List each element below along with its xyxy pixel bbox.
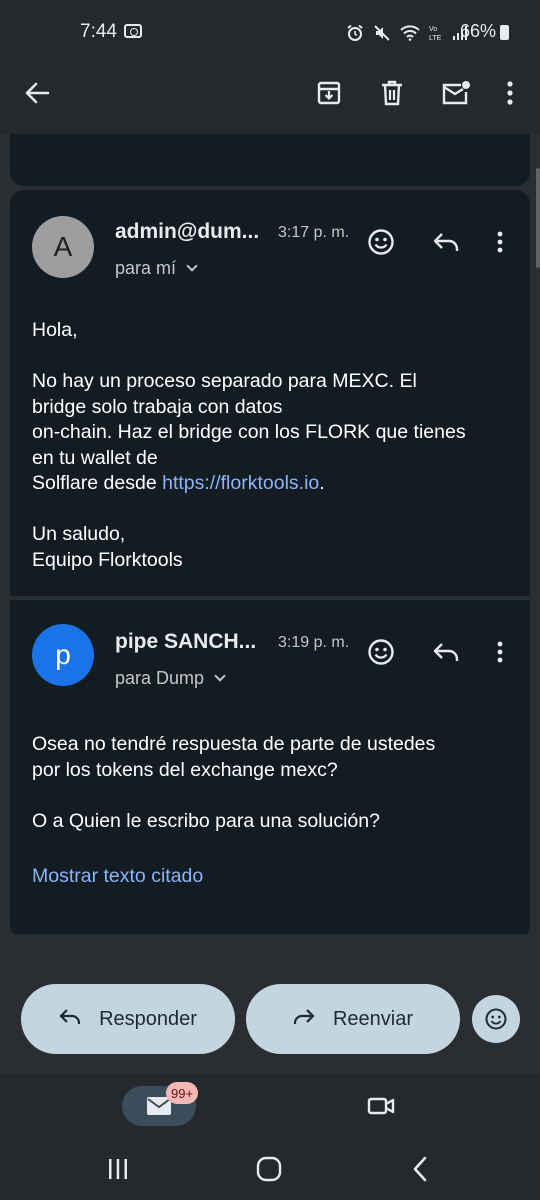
add-reaction-icon[interactable] (365, 226, 397, 258)
reply-icon (59, 1006, 81, 1032)
message-time: 3:19 p. m. (278, 634, 350, 651)
body-line: on-chain. Haz el bridge con los FLORK qu… (32, 421, 466, 443)
wifi-icon (400, 25, 420, 46)
video-icon (367, 1097, 395, 1115)
message-card: p pipe SANCH... 3:19 p. m. para Dump Ose… (10, 600, 530, 940)
forward-label: Reenviar (332, 1007, 414, 1030)
alarm-icon (346, 24, 364, 47)
recent-apps-icon[interactable] (104, 1156, 132, 1182)
reply-actions: Responder Reenviar (0, 934, 540, 1068)
body-text: Solflare desde (32, 472, 163, 494)
battery-icon (500, 25, 509, 40)
status-time: 7:44 (80, 21, 117, 42)
home-icon[interactable] (254, 1154, 284, 1184)
body-line: por los tokens del exchange mexc? (32, 758, 338, 781)
status-icons: Vo LTE (346, 24, 468, 47)
recipient-details[interactable]: para Dump (115, 668, 226, 689)
svg-text:Vo: Vo (429, 26, 437, 33)
body-line: Osea no tendré respuesta de parte de ust… (32, 733, 436, 755)
collapsed-message-card[interactable] (10, 134, 530, 186)
message-more-icon[interactable] (490, 226, 510, 258)
bottom-navigation: 99+ (0, 1074, 540, 1140)
emoji-icon (485, 1008, 507, 1030)
scrollbar[interactable] (536, 168, 540, 268)
reply-icon[interactable] (429, 636, 463, 668)
reply-label: Responder (99, 1007, 197, 1030)
body-line: Hola, (32, 319, 78, 341)
chevron-down-icon (186, 260, 198, 272)
svg-text:LTE: LTE (429, 35, 442, 42)
message-time: 3:17 p. m. (278, 224, 350, 241)
camera-icon (124, 24, 142, 38)
body-line: Solflare desde https://florktools.io. (32, 471, 518, 497)
body-line: bridge solo trabaja con datos (32, 395, 283, 418)
delete-icon[interactable] (373, 74, 411, 112)
back-arrow-icon[interactable] (18, 74, 56, 112)
sender-name: pipe SANCH... (115, 630, 257, 653)
avatar[interactable]: A (32, 216, 94, 278)
body-line: Equipo Florktools (32, 548, 183, 571)
mark-unread-icon[interactable] (436, 74, 476, 112)
volte-icon: Vo LTE (429, 24, 443, 47)
body-text: . (319, 472, 325, 494)
forward-button[interactable]: Reenviar (246, 984, 460, 1054)
reply-button[interactable]: Responder (21, 984, 235, 1054)
chevron-down-icon (214, 670, 226, 682)
forward-icon (293, 1006, 315, 1032)
florktools-link[interactable]: https://florktools.io (162, 472, 319, 494)
sender-name: admin@dum... (115, 220, 260, 243)
archive-icon[interactable] (310, 74, 348, 112)
show-quoted-text-link[interactable]: Mostrar texto citado (32, 865, 203, 888)
battery-percent: 66% (460, 21, 497, 41)
message-more-icon[interactable] (490, 636, 510, 668)
system-navigation (0, 1140, 540, 1200)
avatar[interactable]: p (32, 624, 94, 686)
reaction-button[interactable] (472, 995, 520, 1043)
message-body: Hola, No hay un proceso separado para ME… (32, 318, 518, 573)
back-nav-icon[interactable] (406, 1154, 434, 1184)
toolbar (0, 62, 540, 134)
reply-icon[interactable] (429, 226, 463, 258)
mute-icon (373, 24, 391, 47)
email-thread: A admin@dum... 3:17 p. m. para mí Hola, … (0, 134, 540, 1074)
more-vert-icon[interactable] (498, 74, 522, 112)
add-reaction-icon[interactable] (365, 636, 397, 668)
recipient-details[interactable]: para mí (115, 258, 198, 279)
message-card: A admin@dum... 3:17 p. m. para mí Hola, … (10, 190, 530, 596)
recipient-label: para Dump (115, 668, 205, 688)
meet-tab[interactable] (364, 1090, 398, 1122)
recipient-label: para mí (115, 258, 177, 278)
unread-badge: 99+ (166, 1082, 199, 1104)
body-line: en tu wallet de (32, 446, 158, 469)
body-line: Un saludo, (32, 523, 126, 545)
body-line: O a Quien le escribo para una solución? (32, 809, 380, 832)
message-body: Osea no tendré respuesta de parte de ust… (32, 732, 518, 834)
status-bar: 7:44 Vo LTE 66% (0, 0, 540, 62)
body-line: No hay un proceso separado para MEXC. El (32, 370, 417, 392)
